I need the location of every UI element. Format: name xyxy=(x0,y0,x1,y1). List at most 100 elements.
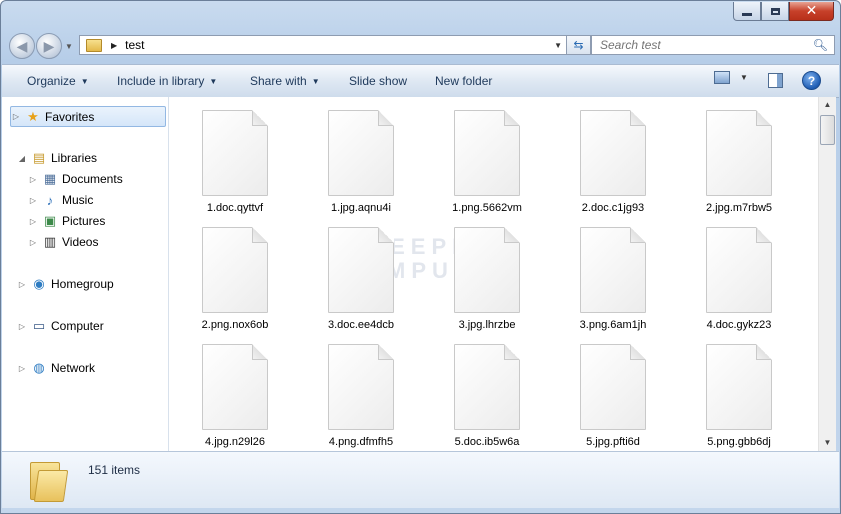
file-item[interactable]: 5.png.gbb6dj xyxy=(689,344,789,448)
nav-item-computer[interactable]: ▷ ▭ Computer xyxy=(17,316,104,336)
help-icon: ? xyxy=(802,71,821,90)
file-icon xyxy=(454,110,520,196)
help-button[interactable]: ? xyxy=(802,71,821,90)
organize-label: Organize xyxy=(27,74,76,88)
nav-item-videos[interactable]: ▷ ▥ Videos xyxy=(28,232,99,252)
scroll-thumb[interactable] xyxy=(820,115,835,145)
nav-label-music: Music xyxy=(62,193,94,207)
preview-pane-icon xyxy=(768,73,783,88)
expand-arrow-icon[interactable]: ▷ xyxy=(28,175,38,184)
expand-arrow-icon[interactable]: ▷ xyxy=(11,112,21,121)
nav-item-favorites[interactable]: ▷ ★ Favorites xyxy=(10,106,166,127)
file-name: 5.jpg.pfti6d xyxy=(586,436,640,448)
slide-show-button[interactable]: Slide show xyxy=(349,74,407,88)
file-icon xyxy=(202,110,268,196)
file-icon xyxy=(328,227,394,313)
file-item[interactable]: 2.png.nox6ob xyxy=(185,227,285,331)
nav-item-homegroup[interactable]: ▷ ◉ Homegroup xyxy=(17,274,114,294)
file-item[interactable]: 1.jpg.aqnu4i xyxy=(311,110,411,214)
breadcrumb-current[interactable]: test xyxy=(125,38,144,52)
minimize-button[interactable] xyxy=(733,2,761,21)
nav-label-libraries: Libraries xyxy=(51,151,98,165)
change-view-button[interactable]: ▼ xyxy=(714,71,748,84)
close-button[interactable]: ✕ xyxy=(789,2,834,21)
back-button[interactable]: ◀ xyxy=(9,33,35,59)
file-item[interactable]: 5.doc.ib5w6a xyxy=(437,344,537,448)
expand-arrow-icon[interactable]: ▷ xyxy=(28,217,38,226)
file-name: 2.jpg.m7rbw5 xyxy=(705,202,773,214)
include-in-library-button[interactable]: Include in library ▼ xyxy=(117,74,217,88)
maximize-button[interactable] xyxy=(761,2,789,21)
file-icon xyxy=(454,227,520,313)
minimize-icon xyxy=(742,12,752,16)
file-icon xyxy=(580,227,646,313)
refresh-button[interactable]: ⇆ xyxy=(567,35,591,55)
nav-label-computer: Computer xyxy=(51,319,104,333)
maximize-icon xyxy=(770,7,780,15)
scroll-down-button[interactable]: ▼ xyxy=(819,435,836,451)
expand-arrow-icon[interactable]: ▷ xyxy=(17,364,27,373)
file-item[interactable]: 3.doc.ee4dcb xyxy=(311,227,411,331)
collapse-arrow-icon[interactable]: ◢ xyxy=(17,154,27,163)
file-item[interactable]: 1.png.5662vm xyxy=(437,110,537,214)
chevron-down-icon: ▼ xyxy=(80,77,89,86)
file-item[interactable]: 2.doc.c1jg93 xyxy=(563,110,663,214)
file-item[interactable]: 2.jpg.m7rbw5 xyxy=(689,110,789,214)
file-item[interactable]: 5.jpg.pfti6d xyxy=(563,344,663,448)
file-name: 4.doc.gykz23 xyxy=(706,319,772,331)
folder-icon xyxy=(86,38,102,52)
breadcrumb-arrow-icon[interactable]: ▶ xyxy=(111,41,117,50)
expand-arrow-icon[interactable]: ▷ xyxy=(28,238,38,247)
nav-item-libraries[interactable]: ◢ ▤ Libraries xyxy=(17,148,97,168)
file-item[interactable]: 4.doc.gykz23 xyxy=(689,227,789,331)
homegroup-icon: ◉ xyxy=(33,276,45,291)
file-name: 4.png.dfmfh5 xyxy=(328,436,394,448)
file-name: 1.png.5662vm xyxy=(452,202,522,214)
file-icon xyxy=(706,344,772,430)
address-bar[interactable]: ▶ test ▼ xyxy=(79,35,567,55)
caption-buttons: ✕ xyxy=(733,2,834,21)
preview-pane-button[interactable] xyxy=(768,73,783,88)
close-icon: ✕ xyxy=(805,3,818,19)
file-item[interactable]: 4.png.dfmfh5 xyxy=(311,344,411,448)
file-item[interactable]: 3.png.6am1jh xyxy=(563,227,663,331)
file-icon xyxy=(706,110,772,196)
file-item[interactable]: 4.jpg.n29l26 xyxy=(185,344,285,448)
videos-icon: ▥ xyxy=(43,234,57,249)
item-count: 151 items xyxy=(88,463,141,477)
nav-label-pictures: Pictures xyxy=(62,214,106,228)
command-bar: Organize ▼ Include in library ▼ Share with… xyxy=(2,64,839,98)
file-icon xyxy=(706,227,772,313)
expand-arrow-icon[interactable]: ▷ xyxy=(17,322,27,331)
documents-icon: ▦ xyxy=(43,171,57,186)
scroll-up-button[interactable]: ▲ xyxy=(819,97,836,113)
file-icon xyxy=(580,110,646,196)
vertical-scrollbar[interactable]: ▲ ▼ xyxy=(818,97,836,451)
organize-button[interactable]: Organize ▼ xyxy=(27,74,89,88)
file-name: 3.jpg.lhrzbe xyxy=(458,319,516,331)
file-item[interactable]: 3.jpg.lhrzbe xyxy=(437,227,537,331)
search-box[interactable]: 🔍︎ xyxy=(591,35,835,55)
forward-button[interactable]: ▶ xyxy=(36,33,62,59)
search-input[interactable] xyxy=(598,37,802,53)
search-icon[interactable]: 🔍︎ xyxy=(813,38,828,52)
nav-item-documents[interactable]: ▷ ▦ Documents xyxy=(28,169,123,189)
nav-item-music[interactable]: ▷ ♪ Music xyxy=(28,190,93,210)
nav-label-homegroup: Homegroup xyxy=(51,277,114,291)
expand-arrow-icon[interactable]: ▷ xyxy=(28,196,38,205)
nav-label-documents: Documents xyxy=(62,172,123,186)
recent-pages-dropdown[interactable]: ▼ xyxy=(65,42,75,51)
refresh-icon: ⇆ xyxy=(573,38,584,52)
library-icon: ▤ xyxy=(32,150,46,165)
address-dropdown-icon[interactable]: ▼ xyxy=(554,41,562,50)
file-item[interactable]: 1.doc.qyttvf xyxy=(185,110,285,214)
navigation-pane: ▷ ★ Favorites ◢ ▤ Libraries ▷ ▦ Document… xyxy=(2,97,169,451)
nav-item-network[interactable]: ▷ ◍ Network xyxy=(17,358,95,378)
file-list: BLEEPING COMPUTER 1.doc.qyttvf 1.jpg.aqn… xyxy=(169,97,818,451)
expand-arrow-icon[interactable]: ▷ xyxy=(17,280,27,289)
new-folder-button[interactable]: New folder xyxy=(435,74,492,88)
nav-item-pictures[interactable]: ▷ ▣ Pictures xyxy=(28,211,105,231)
explorer-window: ✕ ◀ ▶ ▼ ▶ test ▼ ⇆ 🔍︎ Organize ▼ Include … xyxy=(0,0,841,514)
share-with-button[interactable]: Share with ▼ xyxy=(250,74,320,88)
file-name: 5.doc.ib5w6a xyxy=(454,436,520,448)
